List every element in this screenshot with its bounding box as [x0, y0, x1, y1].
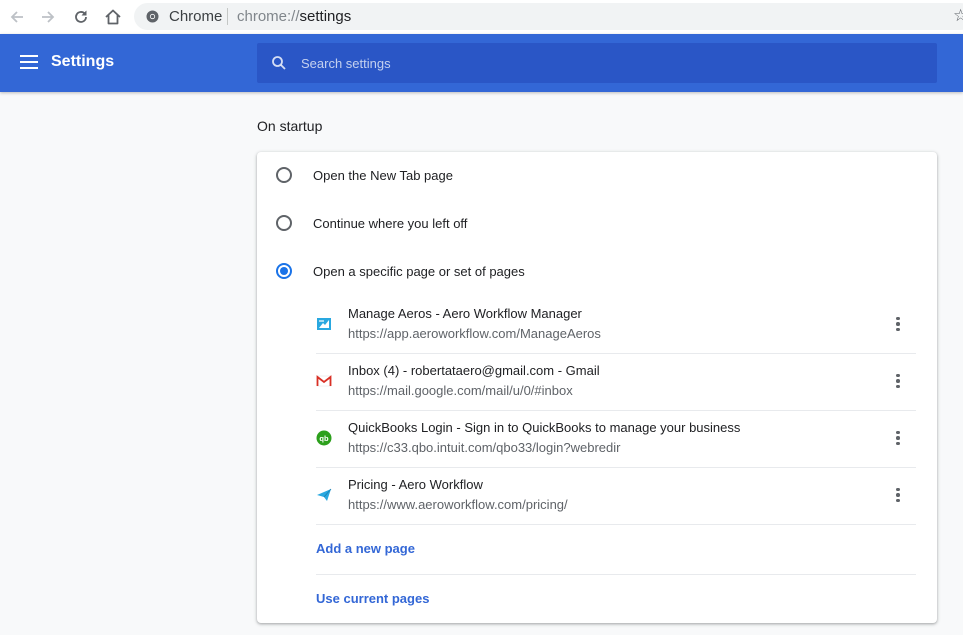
- add-page-row: Add a new page: [316, 525, 916, 573]
- startup-page-list: Manage Aeros - Aero Workflow Manager htt…: [316, 297, 916, 525]
- reload-icon: [75, 10, 87, 23]
- gmail-icon: [316, 375, 332, 387]
- bookmark-star-icon[interactable]: ☆: [953, 6, 963, 26]
- startup-card: Open the New Tab page Continue where you…: [257, 152, 937, 623]
- browser-toolbar: Chrome chrome://settings ☆: [0, 0, 963, 34]
- page-title-text: Inbox (4) - robertataero@gmail.com - Gma…: [348, 363, 600, 378]
- svg-text:qb: qb: [319, 434, 329, 443]
- startup-page-item: qb QuickBooks Login - Sign in to QuickBo…: [316, 411, 916, 468]
- use-current-pages-link[interactable]: Use current pages: [316, 591, 429, 606]
- menu-icon[interactable]: [20, 55, 38, 69]
- page-url-text: https://app.aeroworkflow.com/ManageAeros: [348, 326, 601, 341]
- search-box[interactable]: [257, 43, 937, 83]
- settings-header: Settings: [0, 34, 963, 92]
- startup-option-continue[interactable]: Continue where you left off: [257, 200, 937, 248]
- url-text[interactable]: chrome://settings: [237, 8, 351, 25]
- forward-arrow-icon: [42, 11, 55, 23]
- radio-button[interactable]: [276, 215, 292, 231]
- startup-page-item: Inbox (4) - robertataero@gmail.com - Gma…: [316, 354, 916, 411]
- more-actions-icon[interactable]: [888, 311, 908, 337]
- paper-plane-icon: [317, 488, 332, 501]
- search-input[interactable]: [301, 43, 901, 83]
- more-actions-icon[interactable]: [888, 425, 908, 451]
- quickbooks-icon: qb: [316, 430, 332, 446]
- url-scheme: chrome://: [237, 8, 300, 25]
- page-url-text: https://c33.qbo.intuit.com/qbo33/login?w…: [348, 440, 621, 455]
- startup-option-specific-pages[interactable]: Open a specific page or set of pages: [257, 248, 937, 296]
- startup-option-label: Open the New Tab page: [313, 168, 453, 183]
- site-name: Chrome: [169, 8, 223, 25]
- aero-workflow-icon: [317, 318, 331, 330]
- page-title-text: Manage Aeros - Aero Workflow Manager: [348, 306, 582, 321]
- radio-button[interactable]: [276, 167, 292, 183]
- page-title-text: Pricing - Aero Workflow: [348, 477, 483, 492]
- home-button[interactable]: [100, 4, 126, 30]
- more-actions-icon[interactable]: [888, 368, 908, 394]
- search-icon: [272, 56, 286, 70]
- use-current-row: Use current pages: [316, 574, 916, 622]
- home-icon: [105, 9, 121, 25]
- url-host: settings: [299, 8, 352, 25]
- startup-option-label: Open a specific page or set of pages: [313, 264, 525, 279]
- omnibox-divider: [227, 8, 228, 25]
- section-title: On startup: [257, 118, 323, 134]
- forward-button[interactable]: [35, 4, 61, 30]
- back-arrow-icon: [10, 11, 23, 23]
- page-url-text: https://mail.google.com/mail/u/0/#inbox: [348, 383, 573, 398]
- startup-page-item: Manage Aeros - Aero Workflow Manager htt…: [316, 297, 916, 354]
- startup-option-new-tab[interactable]: Open the New Tab page: [257, 152, 937, 200]
- startup-option-label: Continue where you left off: [313, 216, 468, 231]
- address-bar[interactable]: Chrome chrome://settings: [134, 3, 963, 30]
- radio-button-checked[interactable]: [276, 263, 292, 279]
- page-title: Settings: [51, 53, 115, 70]
- add-new-page-link[interactable]: Add a new page: [316, 541, 415, 556]
- startup-page-item: Pricing - Aero Workflow https://www.aero…: [316, 468, 916, 525]
- reload-button[interactable]: [68, 4, 94, 30]
- page-url-text: https://www.aeroworkflow.com/pricing/: [348, 497, 568, 512]
- back-button[interactable]: [4, 4, 30, 30]
- page-title-text: QuickBooks Login - Sign in to QuickBooks…: [348, 420, 741, 435]
- chrome-icon: [146, 10, 159, 23]
- more-actions-icon[interactable]: [888, 482, 908, 508]
